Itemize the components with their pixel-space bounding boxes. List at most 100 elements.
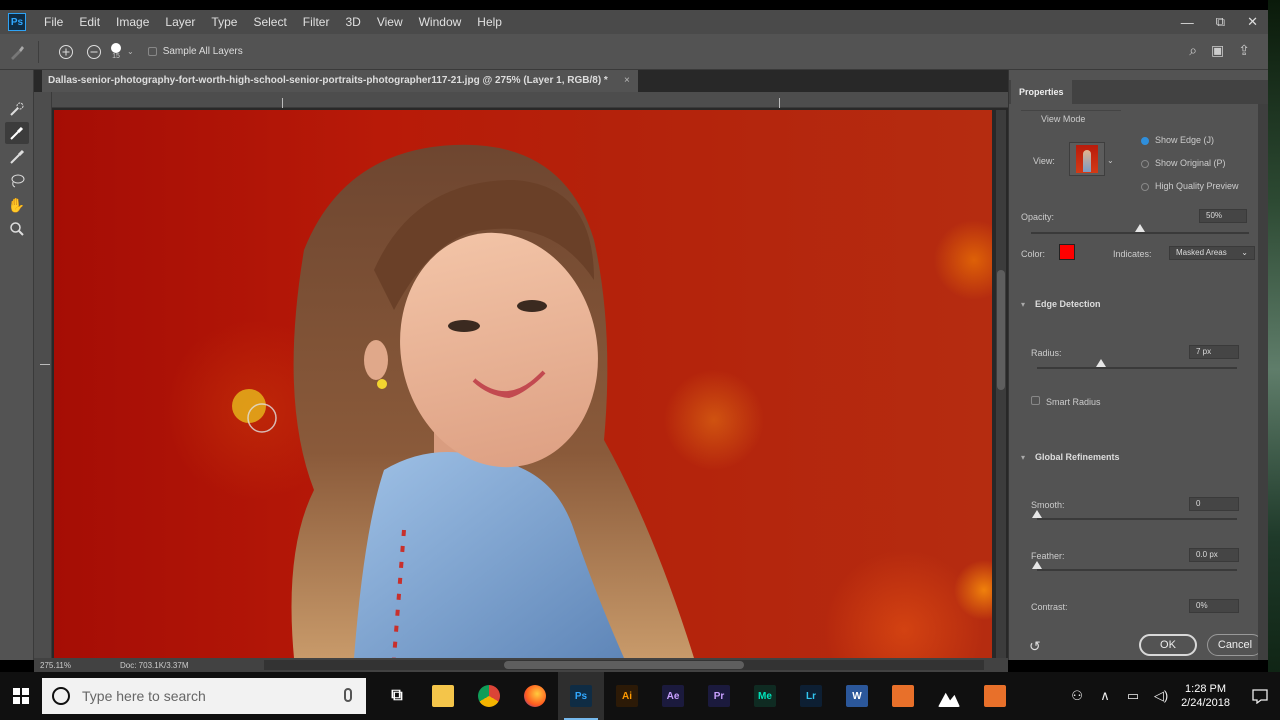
menu-item-select[interactable]: Select	[245, 10, 294, 34]
lasso-tool-icon[interactable]	[5, 170, 29, 192]
chevron-down-icon[interactable]: ⌄	[127, 47, 134, 56]
image-canvas[interactable]	[54, 110, 992, 658]
taskbar-after-effects-icon[interactable]: Ae	[650, 672, 696, 720]
taskbar-media-encoder-icon[interactable]: Me	[742, 672, 788, 720]
view-thumbnail[interactable]	[1069, 142, 1105, 176]
global-refinements-section[interactable]: ▾ Global Refinements	[1021, 452, 1120, 462]
taskbar-app-orange-2-icon[interactable]	[972, 672, 1018, 720]
taskbar-file-explorer-icon[interactable]	[420, 672, 466, 720]
share-icon[interactable]: ⇪	[1238, 42, 1250, 59]
volume-icon[interactable]: ◁)	[1149, 688, 1173, 704]
close-icon[interactable]: ✕	[1247, 14, 1258, 30]
smart-radius-checkbox-icon[interactable]	[1031, 396, 1040, 405]
refine-edge-brush-tool-icon[interactable]	[4, 122, 29, 144]
tab-properties[interactable]: Properties	[1011, 80, 1072, 104]
taskbar-clock[interactable]: 1:28 PM 2/24/2018	[1181, 682, 1230, 710]
workspace-icon[interactable]: ▣	[1211, 42, 1224, 59]
network-icon[interactable]: ▭	[1121, 688, 1145, 704]
restore-icon[interactable]: ⧉	[1216, 14, 1225, 30]
feather-field[interactable]: 0.0 px	[1189, 548, 1239, 562]
minimize-icon[interactable]: —	[1181, 15, 1194, 30]
people-icon[interactable]: ⚇	[1065, 688, 1089, 704]
menu-item-type[interactable]: Type	[203, 10, 245, 34]
radius-slider-track[interactable]	[1037, 367, 1237, 369]
chevron-down-icon[interactable]: ⌄	[1107, 156, 1114, 165]
taskbar-firefox-icon[interactable]	[512, 672, 558, 720]
taskbar-search-box[interactable]: Type here to search	[42, 678, 366, 714]
microphone-icon[interactable]	[344, 688, 352, 702]
vertical-scroll-thumb[interactable]	[997, 270, 1005, 390]
smooth-slider-track[interactable]	[1037, 518, 1237, 520]
quick-selection-tool-icon[interactable]	[5, 98, 29, 120]
show-original-option[interactable]: Show Original (P)	[1141, 158, 1226, 168]
taskbar-chrome-icon[interactable]	[466, 672, 512, 720]
taskbar-lightroom-icon[interactable]: Lr	[788, 672, 834, 720]
zoom-tool-icon[interactable]	[5, 218, 29, 240]
radius-label: Radius:	[1031, 348, 1062, 358]
subtract-from-selection-icon[interactable]	[83, 41, 105, 63]
brush-size-picker[interactable]: 15	[111, 43, 121, 60]
brush-tool-icon[interactable]	[5, 146, 29, 168]
menu-item-window[interactable]: Window	[411, 10, 470, 34]
menu-item-layer[interactable]: Layer	[157, 10, 203, 34]
radius-slider-knob[interactable]	[1096, 359, 1106, 367]
menu-item-edit[interactable]: Edit	[71, 10, 108, 34]
menu-item-file[interactable]: File	[36, 10, 71, 34]
smart-radius-option[interactable]: Smart Radius	[1031, 396, 1101, 407]
chevron-up-icon[interactable]: ∧	[1093, 688, 1117, 704]
horizontal-ruler[interactable]	[52, 92, 1008, 108]
horizontal-scroll-thumb[interactable]	[504, 661, 744, 669]
menu-item-image[interactable]: Image	[108, 10, 157, 34]
opacity-slider-knob[interactable]	[1135, 224, 1145, 232]
smooth-field[interactable]: 0	[1189, 497, 1239, 511]
feather-slider-track[interactable]	[1037, 569, 1237, 571]
cancel-button[interactable]: Cancel	[1207, 634, 1263, 656]
search-icon[interactable]: ⌕	[1189, 42, 1197, 59]
taskbar-photoshop-icon[interactable]: Ps	[558, 672, 604, 720]
menu-item-filter[interactable]: Filter	[295, 10, 338, 34]
windows-start-icon[interactable]	[0, 672, 42, 720]
edge-detection-section[interactable]: ▾ Edge Detection	[1021, 299, 1101, 309]
high-quality-checkbox-icon[interactable]	[1141, 182, 1149, 191]
indicates-dropdown[interactable]: Masked Areas ⌄	[1169, 246, 1255, 260]
chevron-down-icon: ⌄	[1241, 248, 1248, 257]
opacity-slider-track[interactable]	[1031, 232, 1249, 234]
reset-icon[interactable]: ↺	[1029, 638, 1041, 655]
high-quality-label: High Quality Preview	[1155, 181, 1239, 191]
document-tab[interactable]: Dallas-senior-photography-fort-worth-hig…	[42, 70, 638, 92]
zoom-level[interactable]: 275.11%	[40, 661, 100, 670]
action-center-icon[interactable]	[1240, 672, 1280, 720]
taskbar-app-orange-1-icon[interactable]	[880, 672, 926, 720]
horizontal-scrollbar[interactable]	[264, 660, 984, 670]
show-original-label: Show Original (P)	[1155, 158, 1226, 168]
smooth-slider-knob[interactable]	[1032, 510, 1042, 518]
taskbar-photos-icon[interactable]	[926, 672, 972, 720]
close-tab-icon[interactable]: ×	[624, 70, 630, 92]
taskbar-premiere-icon[interactable]: Pr	[696, 672, 742, 720]
hand-tool-icon[interactable]: ✋	[5, 194, 29, 216]
menu-item-3d[interactable]: 3D	[337, 10, 368, 34]
taskbar-illustrator-icon[interactable]: Ai	[604, 672, 650, 720]
ok-button[interactable]: OK	[1139, 634, 1197, 656]
show-original-checkbox-icon[interactable]	[1141, 159, 1149, 168]
contrast-field[interactable]: 0%	[1189, 599, 1239, 613]
vertical-ruler[interactable]	[34, 92, 52, 660]
high-quality-preview-option[interactable]: High Quality Preview	[1141, 181, 1239, 191]
opacity-field[interactable]: 50%	[1199, 209, 1247, 223]
overlay-color-swatch[interactable]	[1059, 244, 1075, 260]
show-edge-checkbox-icon[interactable]	[1141, 136, 1149, 145]
menu-item-help[interactable]: Help	[469, 10, 510, 34]
taskbar-word-icon[interactable]: W	[834, 672, 880, 720]
add-to-selection-icon[interactable]	[55, 41, 77, 63]
radius-field[interactable]: 7 px	[1189, 345, 1239, 359]
taskbar-task-view-icon[interactable]: ⧉	[374, 672, 420, 720]
show-edge-option[interactable]: Show Edge (J)	[1141, 135, 1214, 145]
menu-item-view[interactable]: View	[369, 10, 411, 34]
feather-slider-knob[interactable]	[1032, 561, 1042, 569]
refine-brush-tool-icon[interactable]	[6, 41, 28, 63]
checkbox-icon[interactable]	[147, 47, 157, 56]
vertical-scrollbar[interactable]	[996, 110, 1006, 658]
properties-scrollbar[interactable]	[1258, 104, 1268, 660]
sample-all-layers-checkbox[interactable]: Sample All Layers	[147, 46, 243, 57]
title-strip	[0, 0, 1280, 10]
